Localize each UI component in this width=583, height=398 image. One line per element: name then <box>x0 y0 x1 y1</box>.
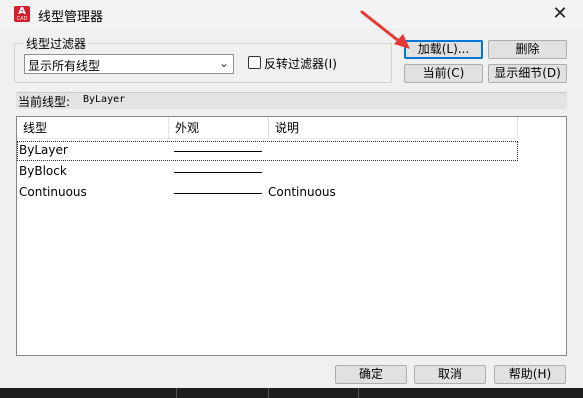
linetype-appearance-swatch <box>174 172 262 173</box>
title-bar: A CAD 线型管理器 ✕ <box>0 0 583 28</box>
column-header-linetype[interactable]: 线型 <box>17 117 169 139</box>
background-divider <box>268 388 269 398</box>
current-linetype-bar: 当前线型: ByLayer <box>16 92 567 109</box>
load-button[interactable]: 加载(L)... <box>404 40 483 59</box>
current-linetype-label: 当前线型: <box>18 95 71 109</box>
table-row[interactable]: Continuous Continuous <box>17 183 518 203</box>
window-title: 线型管理器 <box>38 10 104 25</box>
linetype-name: Continuous <box>19 185 87 199</box>
linetype-filter-select[interactable]: 显示所有线型 ⌄ <box>24 54 234 74</box>
column-header-description[interactable]: 说明 <box>269 117 518 139</box>
autocad-app-icon: A CAD <box>14 6 30 22</box>
linetype-name: ByBlock <box>19 164 67 178</box>
table-row[interactable]: ByLayer <box>17 141 518 161</box>
chevron-down-icon: ⌄ <box>218 56 229 70</box>
background-divider <box>176 388 177 398</box>
column-header-appearance[interactable]: 外观 <box>169 117 269 139</box>
cancel-button[interactable]: 取消 <box>414 365 486 384</box>
close-icon[interactable]: ✕ <box>549 3 571 25</box>
linetype-description: Continuous <box>268 185 336 199</box>
delete-button[interactable]: 删除 <box>488 40 567 59</box>
filter-group-label: 线型过滤器 <box>24 35 89 52</box>
linetype-appearance-swatch <box>174 151 262 152</box>
linetype-manager-dialog: A CAD 线型管理器 ✕ 线型过滤器 显示所有线型 ⌄ 反转过滤器(I) 加载… <box>0 0 583 388</box>
linetype-name: ByLayer <box>19 143 68 157</box>
invert-filter-label[interactable]: 反转过滤器(I) <box>264 55 337 72</box>
filter-selected-value: 显示所有线型 <box>28 59 101 73</box>
table-row[interactable]: ByBlock <box>17 162 518 182</box>
help-button[interactable]: 帮助(H) <box>494 365 566 384</box>
background-divider <box>358 388 359 398</box>
ok-button[interactable]: 确定 <box>335 365 407 384</box>
set-current-button[interactable]: 当前(C) <box>404 64 483 83</box>
linetype-appearance-swatch <box>174 193 262 194</box>
annotation-arrow-icon <box>360 10 410 49</box>
invert-filter-checkbox[interactable] <box>248 56 261 69</box>
current-linetype-value: ByLayer <box>83 94 126 105</box>
linetype-list[interactable]: 线型 外观 说明 ByLayer ByBlock Continuous Cont… <box>16 116 567 356</box>
show-details-button[interactable]: 显示细节(D) <box>488 64 567 83</box>
